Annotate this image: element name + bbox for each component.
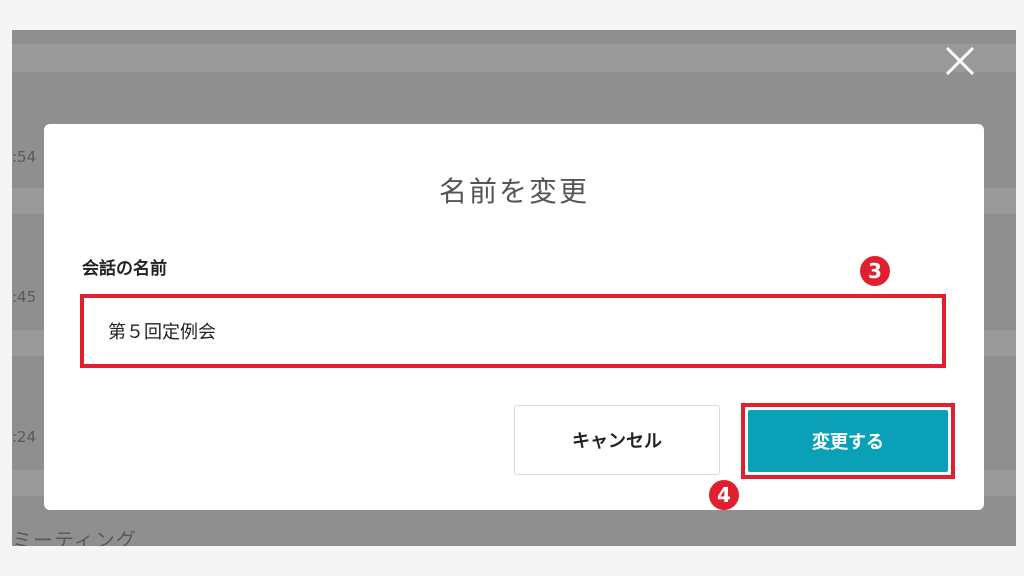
close-icon: [945, 46, 975, 76]
step-3-badge: 3: [860, 256, 890, 286]
background-row-band: [12, 44, 1016, 72]
background-meeting-title: ミーティング: [12, 528, 137, 546]
background-timestamp: :45: [12, 288, 37, 306]
conversation-name-label: 会話の名前: [82, 259, 167, 279]
step-4-badge: 4: [709, 480, 739, 510]
conversation-name-input[interactable]: [80, 294, 946, 368]
dialog-title: 名前を変更: [438, 175, 589, 208]
rename-dialog: 名前を変更 会話の名前 キャンセル 変更する: [44, 124, 984, 510]
close-button[interactable]: [940, 44, 980, 80]
cancel-button[interactable]: キャンセル: [514, 405, 720, 475]
background-timestamp: :54: [12, 148, 37, 166]
background-timestamp: :24: [12, 428, 37, 446]
confirm-change-button[interactable]: 変更する: [748, 410, 948, 472]
